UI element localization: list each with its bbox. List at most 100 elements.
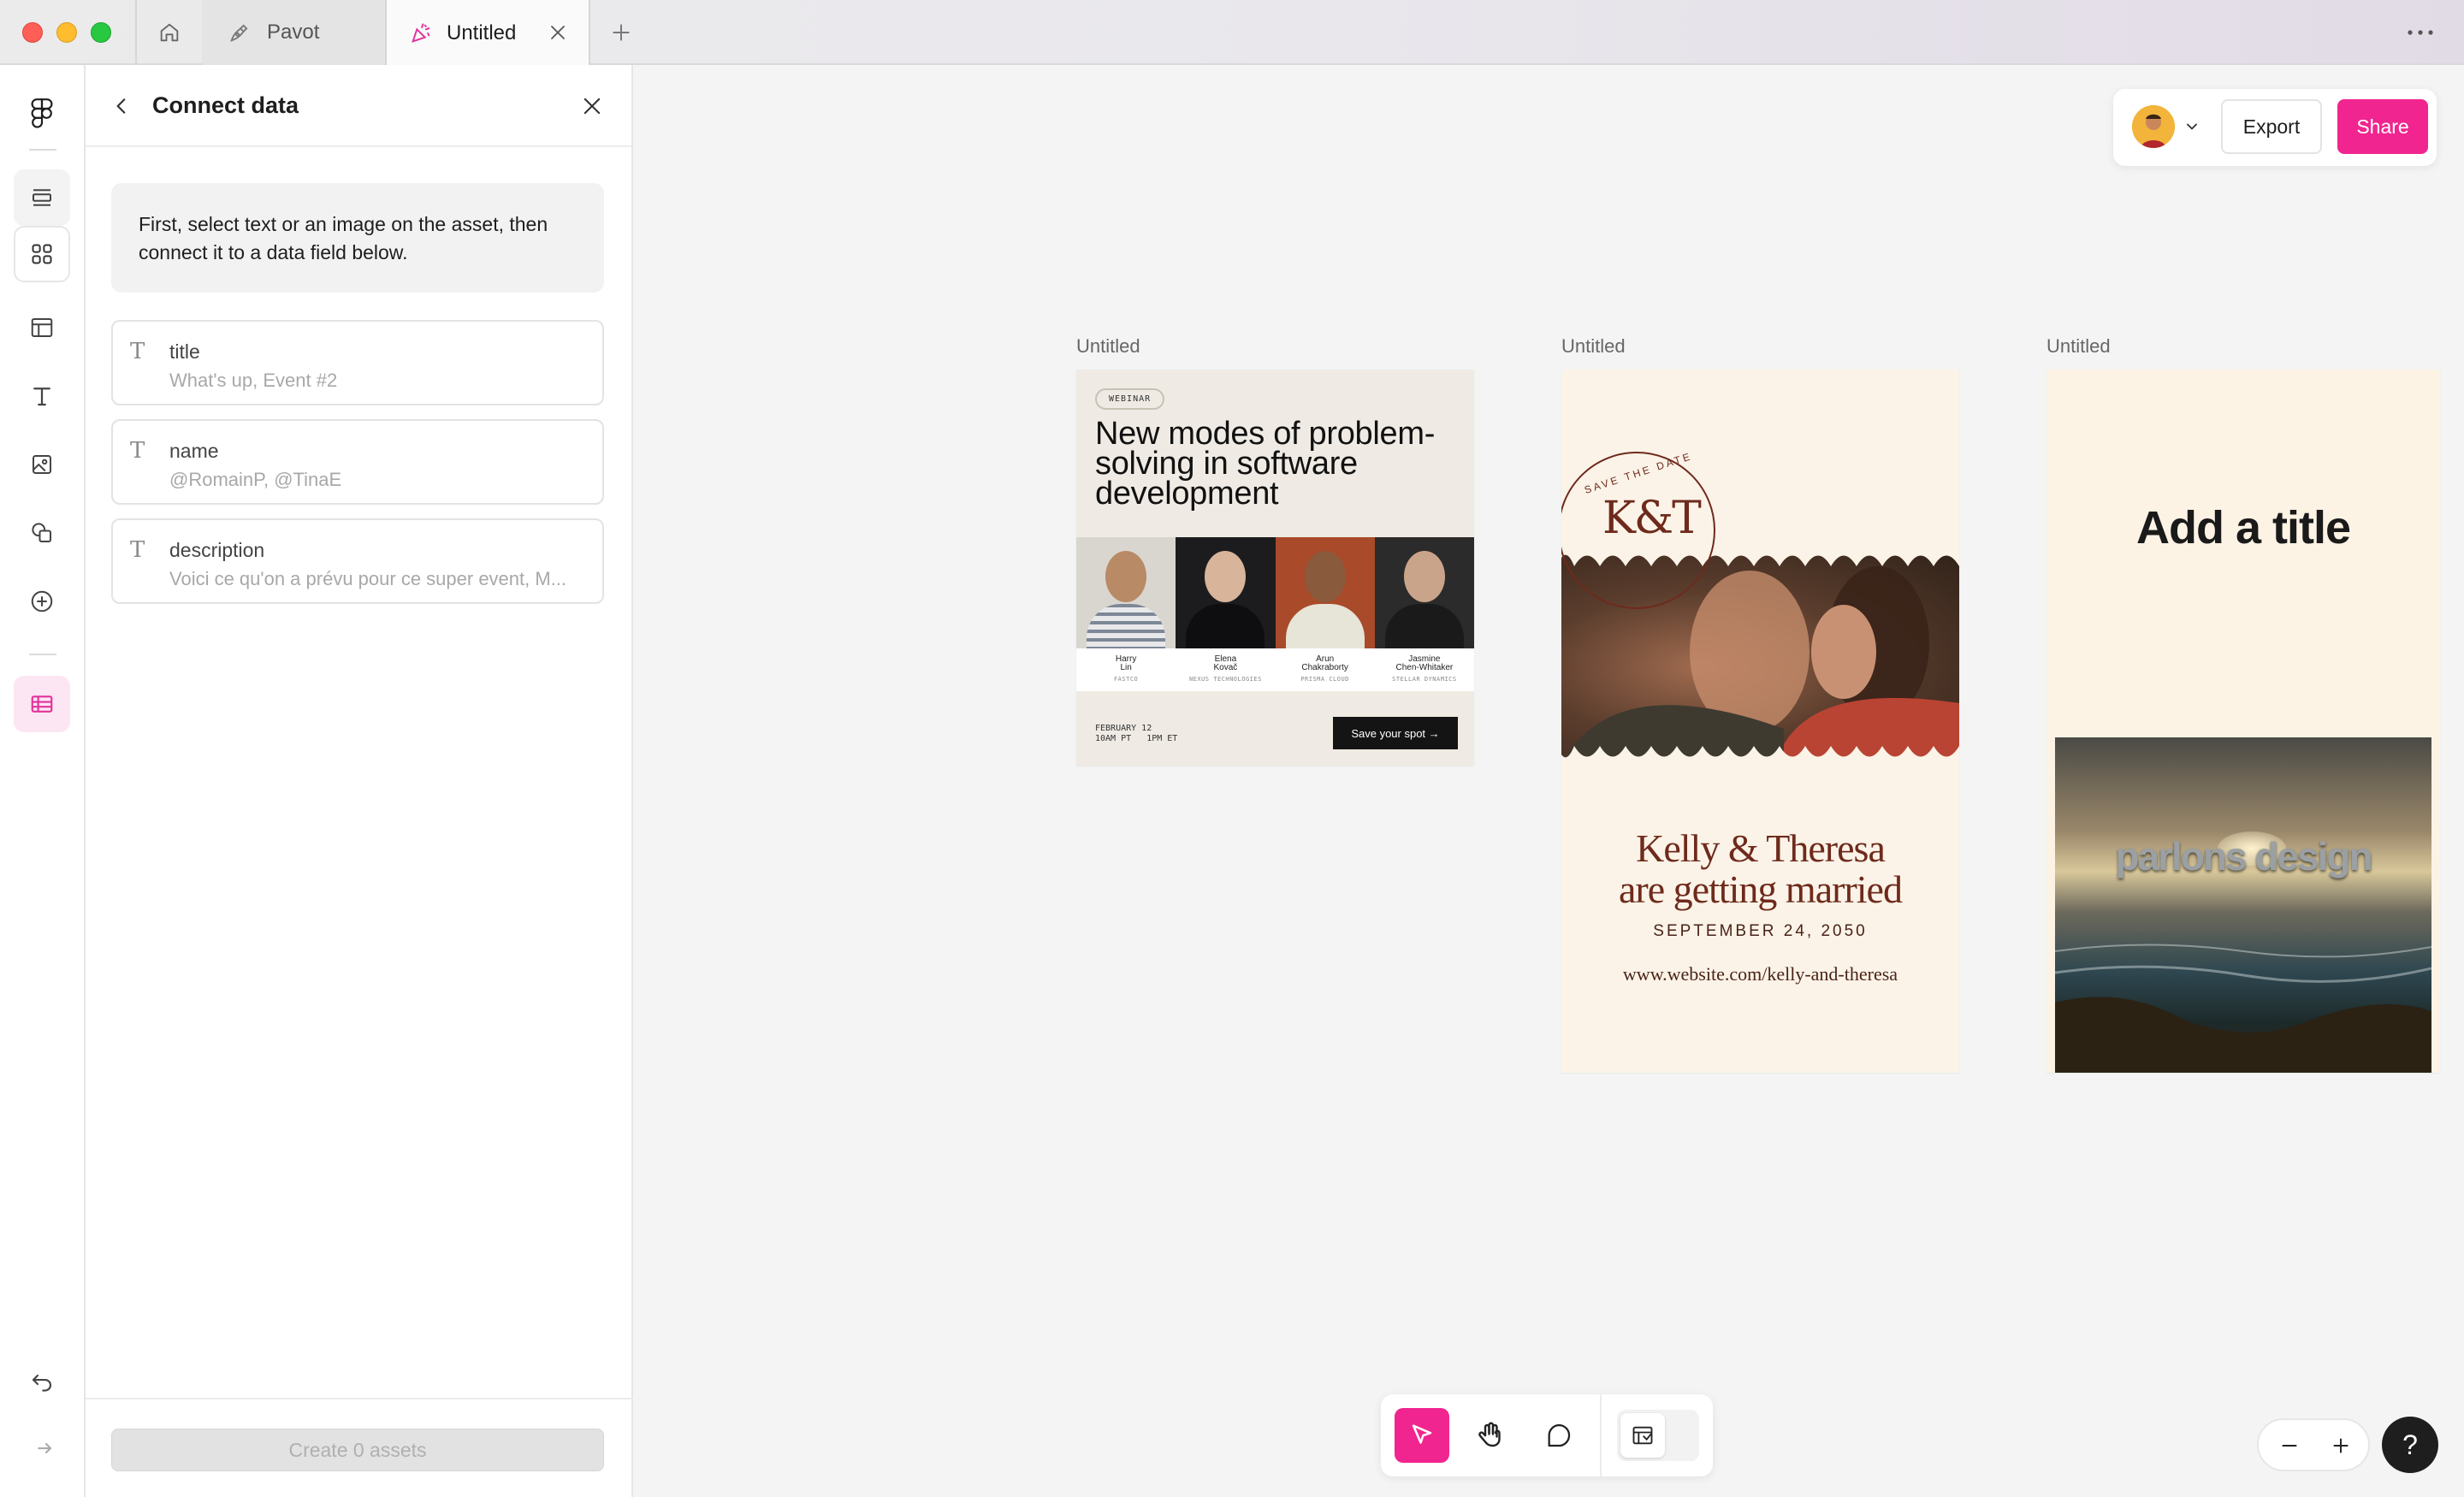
speaker-photo bbox=[1076, 537, 1176, 648]
pointer-icon bbox=[1412, 1424, 1432, 1444]
avatar[interactable] bbox=[2132, 105, 2175, 148]
data-field-description[interactable]: T description Voici ce qu'on a prévu pou… bbox=[111, 518, 604, 604]
field-value: Voici ce qu'on a prévu pour ce super eve… bbox=[169, 568, 567, 589]
add-plugin-button[interactable] bbox=[14, 573, 70, 630]
speaker: Jasmine Chen-Whitaker STELLAR DYNAMICS bbox=[1375, 648, 1474, 691]
wedding-date: SEPTEMBER 24, 2050 bbox=[1653, 922, 1868, 940]
close-panel-button[interactable] bbox=[575, 89, 609, 123]
undo-button[interactable] bbox=[14, 1352, 70, 1408]
speaker-company: NEXUS TECHNOLOGIES bbox=[1188, 676, 1262, 683]
mode-toggle[interactable] bbox=[1617, 1410, 1699, 1461]
scallop-bottom bbox=[1561, 746, 1959, 772]
title-bar: Pavot Untitled bbox=[0, 0, 2464, 67]
hand-icon bbox=[1478, 1422, 1501, 1447]
more-icon bbox=[2408, 30, 2433, 35]
speaker-photo bbox=[1176, 537, 1276, 648]
hand-tool-button[interactable] bbox=[1463, 1408, 1518, 1463]
toolbar-divider bbox=[1600, 1394, 1602, 1476]
text-tool-button[interactable] bbox=[14, 368, 70, 424]
header-actions: Export Share bbox=[2113, 89, 2437, 166]
text-icon bbox=[33, 388, 50, 406]
pen-icon bbox=[230, 24, 248, 42]
field-value: @RomainP, @TinaE bbox=[169, 469, 342, 490]
panel-footer-divider bbox=[86, 1398, 633, 1399]
instructions-box: First, select text or an image on the as… bbox=[111, 183, 604, 293]
data-field-title[interactable]: T title What's up, Event #2 bbox=[111, 320, 604, 405]
party-icon bbox=[412, 23, 430, 43]
redo-button[interactable] bbox=[14, 1420, 70, 1476]
save-spot-button: Save your spot → bbox=[1333, 717, 1458, 749]
wedding-url: www.website.com/kelly-and-theresa bbox=[1622, 963, 1898, 985]
create-assets-button[interactable]: Create 0 assets bbox=[111, 1429, 604, 1471]
poster-title: Add a title bbox=[2135, 502, 2351, 553]
figma-logo-button[interactable] bbox=[14, 86, 70, 142]
zoom-in-button[interactable] bbox=[2322, 1427, 2360, 1464]
maximize-window-button[interactable] bbox=[91, 22, 111, 43]
more-options-button[interactable] bbox=[2406, 21, 2435, 49]
share-button[interactable]: Share bbox=[2337, 99, 2428, 154]
mode-toggle-knob[interactable] bbox=[1620, 1413, 1665, 1458]
data-table-button[interactable] bbox=[14, 676, 70, 732]
coast-illustration bbox=[2055, 944, 2431, 1073]
speaker-photos bbox=[1076, 537, 1474, 648]
speaker-photo bbox=[1275, 537, 1375, 648]
close-icon bbox=[583, 98, 601, 115]
frame-label[interactable]: Untitled bbox=[1076, 335, 1140, 358]
assets-button[interactable] bbox=[14, 226, 70, 282]
close-window-button[interactable] bbox=[22, 22, 43, 43]
panel-header: Connect data bbox=[86, 65, 631, 147]
shapes-icon bbox=[32, 523, 51, 542]
field-name: title bbox=[169, 340, 200, 363]
grid-icon bbox=[32, 244, 52, 264]
speaker-photo bbox=[1374, 537, 1474, 648]
close-tab-icon[interactable] bbox=[548, 22, 568, 43]
tab-pavot[interactable]: Pavot bbox=[202, 0, 385, 65]
figma-logo-icon bbox=[31, 98, 53, 128]
speaker: Arun Chakraborty PRISMA CLOUD bbox=[1276, 648, 1375, 691]
speaker-company: FASTCO bbox=[1113, 676, 1139, 683]
poster-frame[interactable]: Add a title parlons design bbox=[2046, 370, 2440, 1073]
text-field-icon: T bbox=[130, 339, 145, 364]
layers-button[interactable] bbox=[14, 169, 70, 226]
frame-label[interactable]: Untitled bbox=[1561, 335, 1626, 358]
zoom-out-button[interactable] bbox=[2271, 1427, 2308, 1464]
plus-circle-icon bbox=[31, 590, 53, 612]
new-tab-button[interactable] bbox=[604, 15, 638, 50]
speaker-name: Harry Lin bbox=[1115, 654, 1137, 672]
speaker-name: Jasmine Chen-Whitaker bbox=[1395, 654, 1454, 672]
image-icon bbox=[33, 455, 51, 474]
text-field-icon: T bbox=[130, 438, 145, 464]
chevron-down-icon[interactable] bbox=[2183, 118, 2200, 135]
frame-tool-button[interactable] bbox=[14, 299, 70, 356]
layers-icon bbox=[33, 189, 51, 206]
webinar-date: FEBRUARY 12 10AM PT 1PM ET bbox=[1095, 724, 1178, 743]
field-name: description bbox=[169, 539, 265, 561]
tab-label: Pavot bbox=[267, 21, 320, 44]
minus-icon bbox=[2282, 1445, 2297, 1447]
text-field-icon: T bbox=[130, 537, 145, 563]
image-tool-button[interactable] bbox=[14, 436, 70, 493]
tab-untitled[interactable]: Untitled bbox=[387, 0, 589, 67]
export-button[interactable]: Export bbox=[2221, 99, 2322, 154]
frame-label[interactable]: Untitled bbox=[2046, 335, 2111, 358]
couple-names: Kelly & Theresa are getting married bbox=[1619, 826, 1903, 911]
data-field-name[interactable]: T name @RomainP, @TinaE bbox=[111, 419, 604, 505]
plus-icon bbox=[2333, 1438, 2348, 1453]
table-icon bbox=[31, 695, 53, 713]
undo-icon bbox=[32, 1374, 52, 1392]
comment-tool-button[interactable] bbox=[1531, 1408, 1586, 1463]
move-tool-button[interactable] bbox=[1395, 1408, 1449, 1463]
redo-icon bbox=[38, 1442, 52, 1454]
home-tab[interactable] bbox=[137, 0, 202, 65]
back-button[interactable] bbox=[104, 89, 139, 123]
webinar-frame[interactable]: WEBINAR New modes of problem-solving in … bbox=[1076, 370, 1474, 766]
bottom-toolbar bbox=[1381, 1394, 1713, 1476]
help-button[interactable]: ? bbox=[2382, 1417, 2438, 1473]
zoom-controls bbox=[2257, 1418, 2370, 1471]
minimize-window-button[interactable] bbox=[56, 22, 77, 43]
shapes-tool-button[interactable] bbox=[14, 505, 70, 561]
speaker-names: Harry Lin FASTCO Elena Kovač NEXUS TECHN… bbox=[1076, 648, 1474, 691]
plus-icon bbox=[613, 24, 630, 41]
wedding-frame[interactable]: SAVE THE DATE K&T Kelly & Theresa are ge… bbox=[1561, 370, 1959, 1073]
home-icon bbox=[160, 23, 179, 42]
